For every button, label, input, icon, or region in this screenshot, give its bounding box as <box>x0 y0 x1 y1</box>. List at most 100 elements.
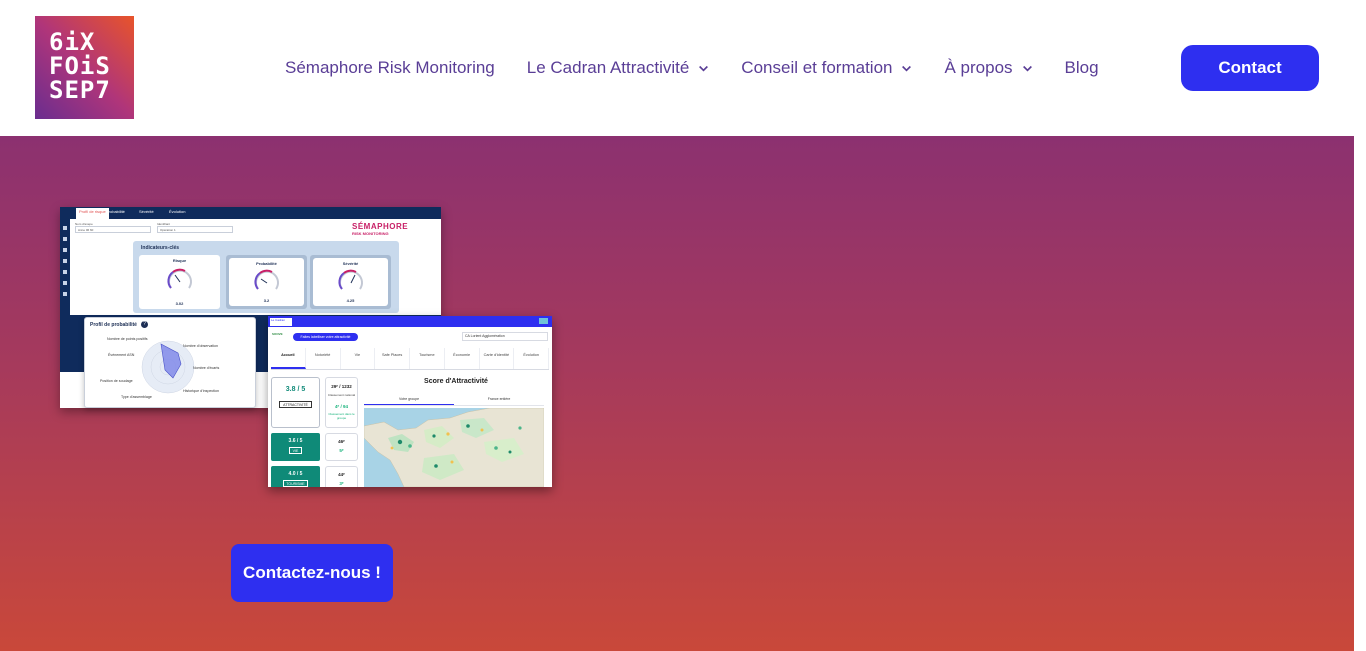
filter-select: Opération 1 <box>157 226 233 233</box>
label-pill-button: Faites labelliser votre attractivité <box>293 333 358 341</box>
semaphore-brand: SÉMAPHORE <box>352 222 409 231</box>
main-nav: Sémaphore Risk Monitoring Le Cadran Attr… <box>285 56 1099 80</box>
territory-select: CA Lorient Agglomération <box>462 332 548 341</box>
gauge-card-probability: Probabilité 3.2 <box>226 255 307 309</box>
page: 6iX FOiS SEP7 Sémaphore Risk Monitoring … <box>0 0 1366 651</box>
nav-item-label: Blog <box>1064 58 1099 77</box>
national-rank: 44ᵉ <box>338 472 345 477</box>
cadran-topbar: Le Cadran <box>268 316 552 327</box>
score-label: TOURISME <box>283 480 308 487</box>
scrollbar[interactable] <box>1354 0 1366 651</box>
gauge-card-inner: Sévérité 4.25 <box>313 258 388 306</box>
cadran-tabs: Accueil Notoriété Vie Safe Places Touris… <box>271 348 549 370</box>
logo-line-1: 6iX <box>49 28 96 56</box>
radar-label: Position de soudage <box>100 379 133 383</box>
national-rank-label: Classement national <box>327 393 356 397</box>
gauge-icon <box>253 269 279 290</box>
attractivity-title: Score d'Attractivité <box>424 378 488 385</box>
filter-select: Anne 06 60 <box>75 226 151 233</box>
life-ranking-card: 46ᵉ 5ᵉ <box>325 433 358 461</box>
logo-line-3: SEP7 <box>49 76 111 104</box>
ranking-card: 29ᵉ / 1232 Classement national 4ᵉ / 94 C… <box>325 377 358 428</box>
gauge-icon <box>337 269 363 290</box>
contact-button[interactable]: Contact <box>1181 45 1319 91</box>
france-map <box>364 408 544 487</box>
cadran-tab: Vie <box>341 348 376 369</box>
contact-us-button[interactable]: Contactez-nous ! <box>231 544 393 602</box>
cadran-tab: Économie <box>445 348 480 369</box>
chevron-down-icon <box>902 65 912 72</box>
probability-profile-card: Profil de probabilité ? Nombre de points… <box>84 317 256 408</box>
map-icon <box>364 408 544 487</box>
nav-item-label: À propos <box>944 58 1013 77</box>
score-label: VIE <box>289 447 302 454</box>
dashboard-tab: Sévérité <box>139 209 154 214</box>
radar-label: Événement ASN <box>108 353 135 357</box>
panel-title: Indicateurs-clés <box>141 245 180 251</box>
nav-item-apropos[interactable]: À propos <box>944 58 1032 78</box>
nav-item-conseil[interactable]: Conseil et formation <box>741 58 912 78</box>
cadran-dashboard-screenshot: Le Cadran SOOVE Faites labelliser votre … <box>268 316 552 487</box>
attractivity-score-card: 3.8 / 5 ATTRACTIVITÉ <box>271 377 320 428</box>
chevron-down-icon <box>1022 65 1032 72</box>
gauge-value: 4.25 <box>346 298 355 303</box>
radar-label: Nombre d'écarts <box>193 366 220 370</box>
gauge-icon <box>166 268 192 289</box>
site-header: 6iX FOiS SEP7 Sémaphore Risk Monitoring … <box>0 0 1354 136</box>
cadran-top-logo: Le Cadran <box>270 318 292 326</box>
logo-wordmark: 6iX FOiS SEP7 <box>49 30 129 102</box>
cadran-tab: Évolution <box>514 348 549 369</box>
cadran-tab: Notoriété <box>306 348 341 369</box>
nav-item-semaphore[interactable]: Sémaphore Risk Monitoring <box>285 58 495 78</box>
group-rank-label: Classement dans le groupe <box>328 412 355 420</box>
dashboard-tab: Évolution <box>169 209 186 214</box>
help-icon: ? <box>141 321 148 328</box>
cadran-tab: Tourisme <box>410 348 445 369</box>
probability-title: Profil de probabilité <box>90 322 137 328</box>
tourism-ranking-card: 44ᵉ 3ᵉ <box>325 466 358 487</box>
dashboard-sidebar <box>60 219 70 372</box>
scope-tab: France entière <box>487 397 511 401</box>
nav-item-label: Le Cadran Attractivité <box>526 58 690 77</box>
gauge-title: Sévérité <box>342 261 359 266</box>
logo-line-2: FOiS <box>49 52 111 80</box>
soove-logo: SOOVE <box>272 332 283 336</box>
score-label: ATTRACTIVITÉ <box>279 401 312 408</box>
gauge-card-risk: Risque 3.02 <box>139 255 220 309</box>
dashboard-tab: Profil de risque <box>76 208 109 219</box>
nav-item-label: Conseil et formation <box>741 58 893 77</box>
cadran-tab: Accueil <box>271 348 306 369</box>
semaphore-brand-subtitle: RISK MONITORING <box>352 231 389 236</box>
chevron-down-icon <box>699 65 709 72</box>
score-value: 4.0 / 5 <box>288 471 303 477</box>
radar-label: Type d'assemblage <box>121 395 152 399</box>
score-value: 3.8 / 5 <box>285 386 306 393</box>
gauge-value: 3.2 <box>263 298 270 303</box>
national-rank: 29ᵉ / 1232 <box>331 384 352 389</box>
gauge-card-severity: Sévérité 4.25 <box>310 255 391 309</box>
radar-label: Nombre d'observation <box>183 344 219 348</box>
radar-label: Historique d'inspection <box>183 389 220 393</box>
tourism-score-card: 4.0 / 5 TOURISME <box>271 466 320 487</box>
gauge-value: 3.02 <box>175 301 184 306</box>
cadran-tab: Carte d'identité <box>480 348 515 369</box>
group-rank: 3ᵉ <box>339 481 344 486</box>
group-rank: 5ᵉ <box>339 448 344 453</box>
nav-item-blog[interactable]: Blog <box>1065 58 1099 78</box>
life-score-card: 3.6 / 5 VIE <box>271 433 320 461</box>
radar-label: Nombre de points positifs <box>107 337 148 341</box>
gauge-title: Probabilité <box>256 261 277 266</box>
dashboard-topbar: Profil de risque Probabilité Sévérité Év… <box>60 207 441 219</box>
nav-item-label: Sémaphore Risk Monitoring <box>285 58 495 77</box>
site-logo[interactable]: 6iX FOiS SEP7 <box>35 16 134 119</box>
key-indicators-panel: Indicateurs-clés Risque 3.02 Probabilité <box>133 241 399 313</box>
gauge-card-inner: Probabilité 3.2 <box>229 258 304 306</box>
gauge-title: Risque <box>172 258 187 263</box>
cadran-top-icon <box>539 318 548 324</box>
national-rank: 46ᵉ <box>338 439 345 444</box>
group-rank: 4ᵉ / 94 <box>335 404 348 409</box>
dashboard-tab: Probabilité <box>106 209 125 214</box>
nav-item-cadran[interactable]: Le Cadran Attractivité <box>527 58 710 78</box>
score-value: 3.6 / 5 <box>288 438 303 444</box>
scope-tab: Votre groupe <box>364 393 454 405</box>
